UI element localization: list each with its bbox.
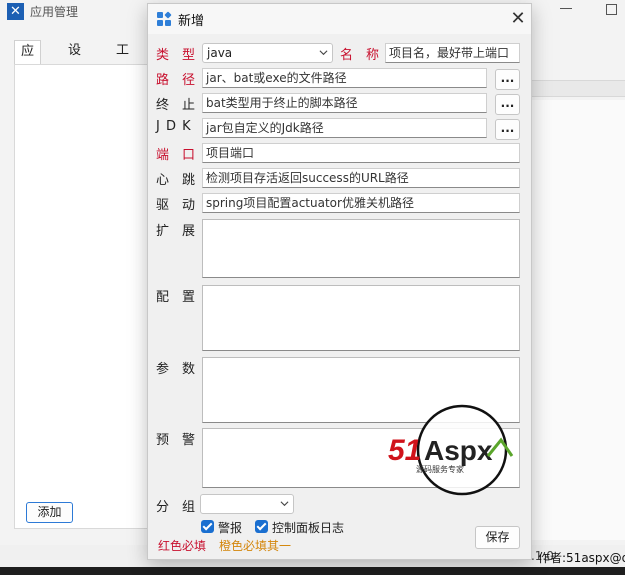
panel-log-checkbox[interactable] [255, 520, 268, 533]
list-header-strip [530, 80, 625, 97]
port-field[interactable]: 项目端口 [202, 143, 520, 163]
path-browse-button[interactable]: ... [495, 69, 520, 90]
name-label: 名 称 [340, 48, 380, 63]
apps-tab-panel [14, 64, 154, 529]
jdk-label: J D K [156, 119, 192, 134]
minimize-icon[interactable] [560, 8, 572, 9]
jdk-field[interactable]: jar包自定义的Jdk路径 [202, 118, 487, 138]
maximize-icon[interactable] [606, 4, 617, 15]
jdk-browse-button[interactable]: ... [495, 119, 520, 140]
extend-textarea[interactable] [202, 219, 520, 278]
chevron-down-icon [280, 501, 289, 507]
extend-label: 扩 展 [156, 224, 196, 239]
dialog-title: 新增 [178, 14, 205, 29]
alarm-checkbox-label[interactable]: 警报 [218, 519, 242, 536]
type-select-value: java [207, 46, 233, 60]
save-button[interactable]: 保存 [475, 526, 520, 549]
tab-settings[interactable]: 设置 [62, 40, 87, 80]
watermark-logo: 51 Aspx 源码服务专家 [388, 404, 514, 496]
chevron-down-icon [319, 50, 328, 56]
detail-panel [530, 100, 625, 540]
add-app-dialog: 新增 ✕ 类 型 java 名 称 项目名，最好带上端口 路 径 jar、bat… [147, 3, 532, 560]
type-label: 类 型 [156, 48, 196, 63]
stop-script-field[interactable]: bat类型用于终止的脚本路径 [202, 93, 487, 113]
taskbar [0, 567, 625, 575]
app-logo-icon: ✕ [7, 3, 24, 20]
stop-browse-button[interactable]: ... [495, 94, 520, 115]
group-label: 分 组 [156, 500, 196, 515]
driver-label: 驱 动 [156, 198, 196, 213]
main-window-title: 应用管理 [30, 5, 79, 19]
port-label: 端 口 [156, 148, 196, 163]
type-select[interactable]: java [202, 43, 333, 63]
dialog-titlebar: 新增 ✕ [148, 4, 531, 34]
svg-text:51: 51 [388, 434, 421, 467]
tab-apps[interactable]: 应用 [14, 40, 42, 81]
one-of-required-legend: 橙色必填其一 [219, 539, 292, 553]
stop-label: 终 止 [156, 98, 196, 113]
status-author: 作者:51aspx@q [538, 551, 625, 565]
group-select[interactable] [200, 494, 294, 514]
driver-field[interactable]: spring项目配置actuator优雅关机路径 [202, 193, 520, 213]
alert-label: 预 警 [156, 433, 196, 448]
heartbeat-field[interactable]: 检测项目存活返回success的URL路径 [202, 168, 520, 188]
app-list[interactable] [25, 73, 147, 495]
svg-text:Aspx: Aspx [424, 435, 493, 466]
svg-text:源码服务专家: 源码服务专家 [416, 464, 464, 474]
panel-log-checkbox-label[interactable]: 控制面板日志 [272, 519, 344, 536]
dialog-app-icon [157, 11, 172, 26]
add-button[interactable]: 添加 [26, 502, 73, 523]
params-label: 参 数 [156, 362, 196, 377]
name-field[interactable]: 项目名，最好带上端口 [385, 43, 520, 63]
tab-tools[interactable]: 工具 [110, 40, 135, 80]
path-label: 路 径 [156, 73, 196, 88]
alarm-checkbox[interactable] [201, 520, 214, 533]
config-label: 配 置 [156, 290, 196, 305]
required-legend: 红色必填 [158, 539, 207, 553]
path-field[interactable]: jar、bat或exe的文件路径 [202, 68, 487, 88]
heartbeat-label: 心 跳 [156, 173, 196, 188]
close-icon[interactable]: ✕ [508, 9, 528, 29]
config-textarea[interactable] [202, 285, 520, 351]
